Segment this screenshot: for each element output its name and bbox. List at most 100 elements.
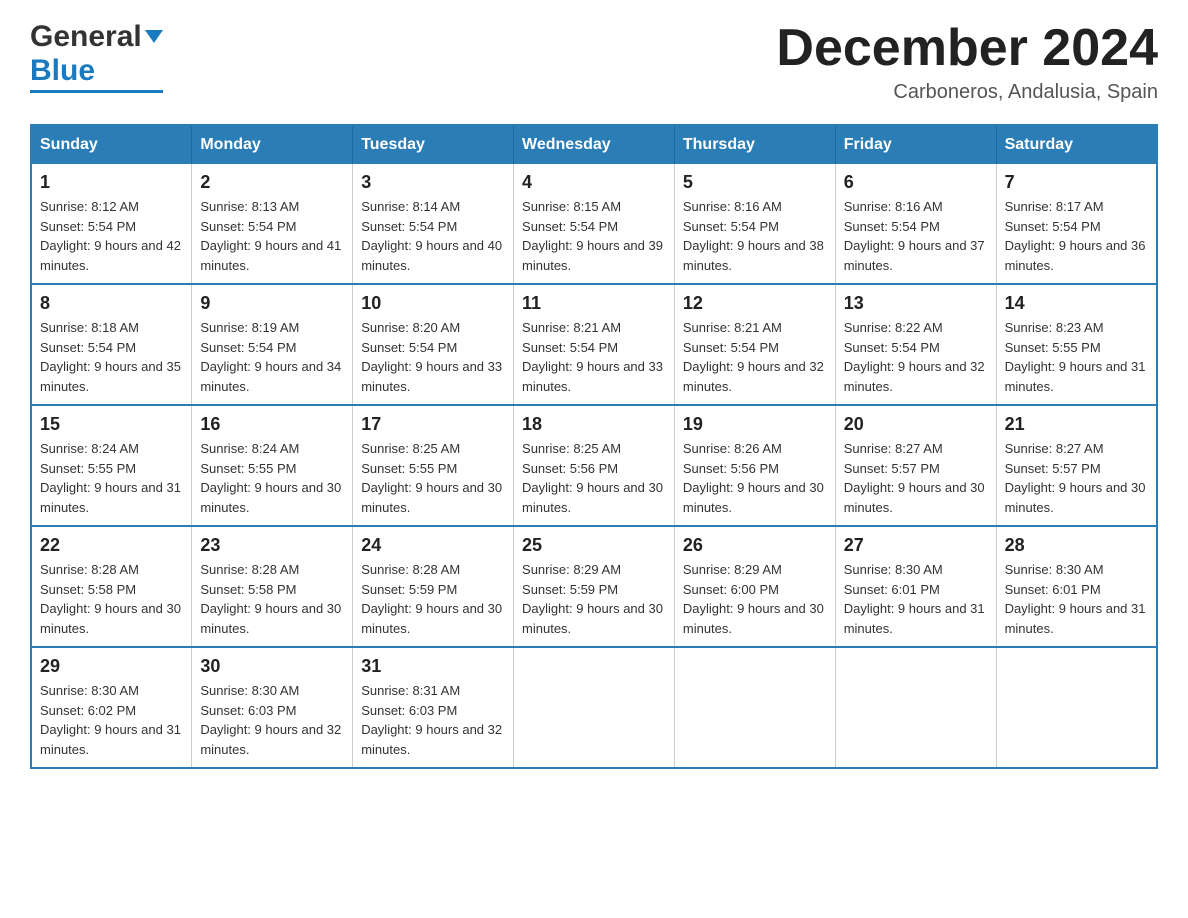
day-info: Sunrise: 8:13 AMSunset: 5:54 PMDaylight:… [200,197,344,275]
logo-triangle-icon [145,30,163,43]
calendar-cell: 12 Sunrise: 8:21 AMSunset: 5:54 PMDayligh… [674,284,835,405]
calendar-cell: 20 Sunrise: 8:27 AMSunset: 5:57 PMDayligh… [835,405,996,526]
day-number: 1 [40,172,183,193]
day-info: Sunrise: 8:20 AMSunset: 5:54 PMDaylight:… [361,318,505,396]
day-info: Sunrise: 8:28 AMSunset: 5:58 PMDaylight:… [40,560,183,638]
day-info: Sunrise: 8:29 AMSunset: 6:00 PMDaylight:… [683,560,827,638]
day-number: 23 [200,535,344,556]
day-number: 13 [844,293,988,314]
day-number: 9 [200,293,344,314]
calendar-cell: 31 Sunrise: 8:31 AMSunset: 6:03 PMDayligh… [353,647,514,768]
day-number: 19 [683,414,827,435]
day-number: 11 [522,293,666,314]
calendar-week-2: 8Sunrise: 8:18 AMSunset: 5:54 PMDaylight… [31,284,1157,405]
day-info: Sunrise: 8:28 AMSunset: 5:58 PMDaylight:… [200,560,344,638]
day-number: 24 [361,535,505,556]
calendar-week-4: 22 Sunrise: 8:28 AMSunset: 5:58 PMDayligh… [31,526,1157,647]
day-number: 16 [200,414,344,435]
calendar-cell: 2 Sunrise: 8:13 AMSunset: 5:54 PMDaylight… [192,164,353,284]
day-number: 20 [844,414,988,435]
calendar-cell: 25 Sunrise: 8:29 AMSunset: 5:59 PMDayligh… [514,526,675,647]
calendar-cell: 13Sunrise: 8:22 AMSunset: 5:54 PMDayligh… [835,284,996,405]
page-header: General Blue December 2024 Carboneros, A… [30,20,1158,104]
calendar-cell: 6 Sunrise: 8:16 AMSunset: 5:54 PMDaylight… [835,164,996,284]
day-info: Sunrise: 8:16 AMSunset: 5:54 PMDaylight:… [844,197,988,275]
calendar-cell: 26 Sunrise: 8:29 AMSunset: 6:00 PMDayligh… [674,526,835,647]
calendar-cell: 9 Sunrise: 8:19 AMSunset: 5:54 PMDaylight… [192,284,353,405]
calendar-cell [835,647,996,768]
calendar-cell: 19 Sunrise: 8:26 AMSunset: 5:56 PMDayligh… [674,405,835,526]
location: Carboneros, Andalusia, Spain [776,81,1158,104]
calendar-cell: 27 Sunrise: 8:30 AMSunset: 6:01 PMDayligh… [835,526,996,647]
calendar-cell: 24 Sunrise: 8:28 AMSunset: 5:59 PMDayligh… [353,526,514,647]
day-number: 26 [683,535,827,556]
day-info: Sunrise: 8:21 AMSunset: 5:54 PMDaylight:… [683,318,827,396]
day-info: Sunrise: 8:15 AMSunset: 5:54 PMDaylight:… [522,197,666,275]
calendar-cell: 4 Sunrise: 8:15 AMSunset: 5:54 PMDaylight… [514,164,675,284]
day-number: 2 [200,172,344,193]
calendar-cell: 14 Sunrise: 8:23 AMSunset: 5:55 PMDayligh… [996,284,1157,405]
day-info: Sunrise: 8:16 AMSunset: 5:54 PMDaylight:… [683,197,827,275]
day-number: 10 [361,293,505,314]
calendar-cell: 29Sunrise: 8:30 AMSunset: 6:02 PMDayligh… [31,647,192,768]
day-info: Sunrise: 8:24 AMSunset: 5:55 PMDaylight:… [200,439,344,517]
calendar-cell: 7Sunrise: 8:17 AMSunset: 5:54 PMDaylight… [996,164,1157,284]
day-info: Sunrise: 8:21 AMSunset: 5:54 PMDaylight:… [522,318,666,396]
day-info: Sunrise: 8:19 AMSunset: 5:54 PMDaylight:… [200,318,344,396]
day-info: Sunrise: 8:12 AMSunset: 5:54 PMDaylight:… [40,197,183,275]
calendar-cell: 3 Sunrise: 8:14 AMSunset: 5:54 PMDaylight… [353,164,514,284]
day-number: 22 [40,535,183,556]
day-number: 4 [522,172,666,193]
day-number: 31 [361,656,505,677]
calendar-cell: 15Sunrise: 8:24 AMSunset: 5:55 PMDayligh… [31,405,192,526]
day-number: 28 [1005,535,1148,556]
day-info: Sunrise: 8:29 AMSunset: 5:59 PMDaylight:… [522,560,666,638]
day-number: 12 [683,293,827,314]
day-info: Sunrise: 8:30 AMSunset: 6:03 PMDaylight:… [200,681,344,759]
header-row: SundayMondayTuesdayWednesdayThursdayFrid… [31,125,1157,164]
calendar-cell: 11 Sunrise: 8:21 AMSunset: 5:54 PMDayligh… [514,284,675,405]
calendar-cell: 23 Sunrise: 8:28 AMSunset: 5:58 PMDayligh… [192,526,353,647]
day-info: Sunrise: 8:27 AMSunset: 5:57 PMDaylight:… [844,439,988,517]
day-number: 27 [844,535,988,556]
header-cell-tuesday: Tuesday [353,125,514,164]
header-cell-monday: Monday [192,125,353,164]
calendar-cell: 16 Sunrise: 8:24 AMSunset: 5:55 PMDayligh… [192,405,353,526]
header-cell-thursday: Thursday [674,125,835,164]
calendar-week-5: 29Sunrise: 8:30 AMSunset: 6:02 PMDayligh… [31,647,1157,768]
day-number: 6 [844,172,988,193]
day-info: Sunrise: 8:17 AMSunset: 5:54 PMDaylight:… [1005,197,1148,275]
day-info: Sunrise: 8:31 AMSunset: 6:03 PMDaylight:… [361,681,505,759]
calendar-cell: 28Sunrise: 8:30 AMSunset: 6:01 PMDayligh… [996,526,1157,647]
calendar-table: SundayMondayTuesdayWednesdayThursdayFrid… [30,124,1158,769]
day-number: 25 [522,535,666,556]
header-cell-saturday: Saturday [996,125,1157,164]
calendar-cell: 17Sunrise: 8:25 AMSunset: 5:55 PMDayligh… [353,405,514,526]
day-info: Sunrise: 8:23 AMSunset: 5:55 PMDaylight:… [1005,318,1148,396]
logo-underline [30,90,163,93]
day-info: Sunrise: 8:18 AMSunset: 5:54 PMDaylight:… [40,318,183,396]
day-info: Sunrise: 8:14 AMSunset: 5:54 PMDaylight:… [361,197,505,275]
logo: General Blue [30,20,163,93]
title-section: December 2024 Carboneros, Andalusia, Spa… [776,20,1158,104]
day-number: 14 [1005,293,1148,314]
day-info: Sunrise: 8:30 AMSunset: 6:01 PMDaylight:… [844,560,988,638]
calendar-cell: 8Sunrise: 8:18 AMSunset: 5:54 PMDaylight… [31,284,192,405]
day-number: 18 [522,414,666,435]
day-number: 3 [361,172,505,193]
calendar-cell [514,647,675,768]
day-number: 21 [1005,414,1148,435]
day-number: 15 [40,414,183,435]
logo-blue: Blue [30,54,163,88]
calendar-header: SundayMondayTuesdayWednesdayThursdayFrid… [31,125,1157,164]
calendar-cell: 10 Sunrise: 8:20 AMSunset: 5:54 PMDayligh… [353,284,514,405]
calendar-week-3: 15 Sunrise: 8:24 AMSunset: 5:55 PMDayligh… [31,405,1157,526]
calendar-cell: 18Sunrise: 8:25 AMSunset: 5:56 PMDayligh… [514,405,675,526]
calendar-cell [674,647,835,768]
logo-general: General [30,20,142,54]
day-info: Sunrise: 8:26 AMSunset: 5:56 PMDaylight:… [683,439,827,517]
header-cell-sunday: Sunday [31,125,192,164]
day-info: Sunrise: 8:27 AMSunset: 5:57 PMDaylight:… [1005,439,1148,517]
day-number: 30 [200,656,344,677]
day-info: Sunrise: 8:28 AMSunset: 5:59 PMDaylight:… [361,560,505,638]
